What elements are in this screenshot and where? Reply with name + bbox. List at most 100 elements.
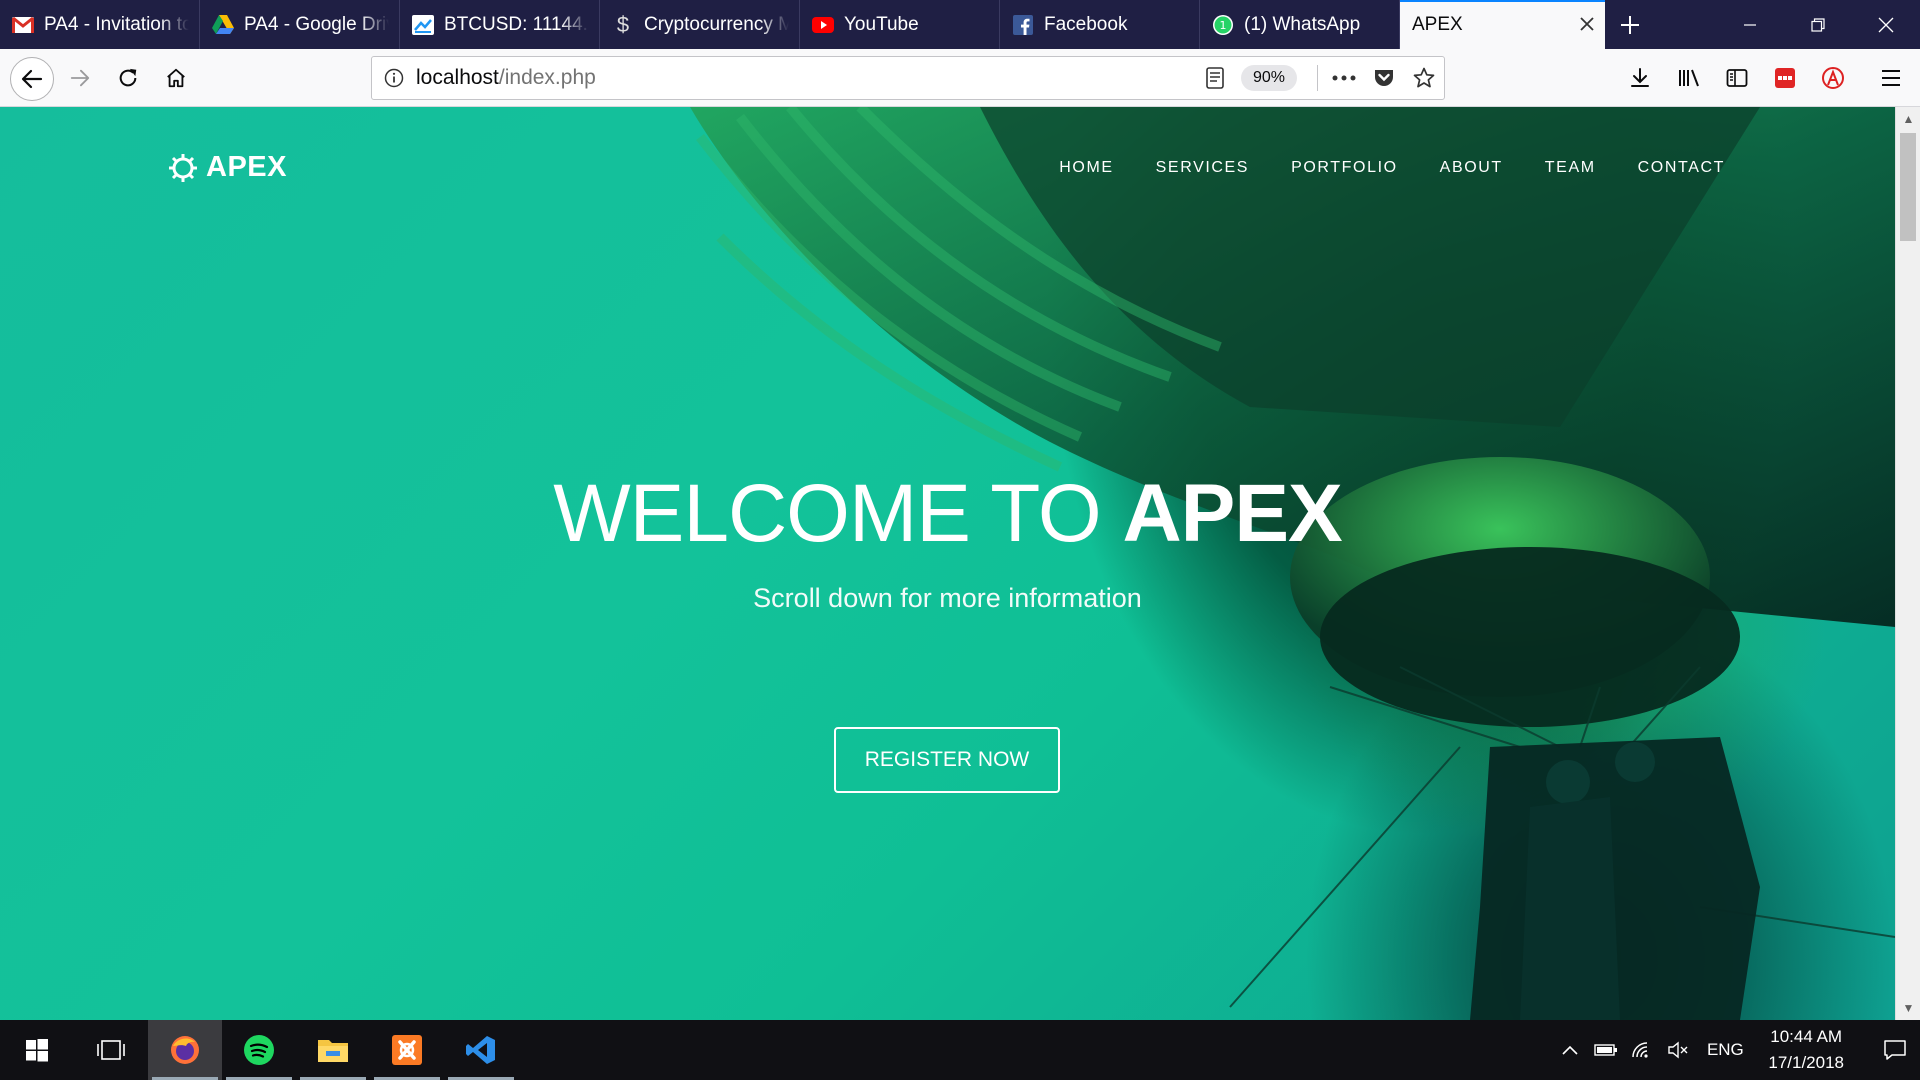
windows-logo-icon [26, 1039, 48, 1062]
tab-apex-active[interactable]: APEX [1400, 0, 1605, 49]
spotify-icon [244, 1035, 274, 1065]
start-button[interactable] [0, 1020, 74, 1080]
more-icon [1332, 75, 1356, 81]
tradingview-icon [412, 14, 434, 36]
tab-label: PA4 - Invitation to [44, 13, 189, 35]
restore-icon [1811, 17, 1825, 32]
tab-label: PA4 - Google Driv [244, 13, 389, 35]
google-drive-icon [212, 14, 234, 36]
user-extension-icon [1822, 67, 1844, 89]
tab-cryptocurrency[interactable]: $ Cryptocurrency M [600, 0, 800, 49]
hamburger-icon [1882, 70, 1900, 86]
extension-icon [1775, 68, 1795, 88]
youtube-icon [812, 14, 834, 36]
show-hidden-icons-button[interactable] [1552, 1045, 1588, 1055]
file-explorer-icon [318, 1040, 348, 1062]
dollar-icon: $ [616, 11, 630, 37]
tab-whatsapp[interactable]: 1 (1) WhatsApp [1200, 0, 1400, 49]
network-status[interactable] [1624, 1041, 1660, 1059]
extension-button[interactable] [1765, 58, 1805, 98]
page-viewport: APEX HOME SERVICES PORTFOLIO ABOUT TEAM … [0, 107, 1895, 1020]
close-tab-icon[interactable] [1579, 12, 1595, 38]
site-info-icon[interactable] [372, 68, 416, 88]
hero-subtitle: Scroll down for more information [753, 583, 1142, 613]
library-icon [1679, 69, 1699, 87]
home-button[interactable] [156, 58, 196, 98]
scroll-down-arrow[interactable]: ▼ [1896, 996, 1920, 1020]
nav-link-team[interactable]: TEAM [1545, 159, 1596, 177]
xampp-icon [392, 1035, 422, 1065]
windows-taskbar: ENG 10:44 AM 17/1/2018 [0, 1020, 1920, 1080]
bookmark-star-button[interactable] [1404, 58, 1444, 98]
close-window-button[interactable] [1852, 0, 1920, 49]
tab-btcusd[interactable]: BTCUSD: 11144.9 [400, 0, 600, 49]
svg-text:1: 1 [1220, 19, 1227, 32]
input-language[interactable]: ENG [1696, 1040, 1754, 1060]
vscode-icon [466, 1036, 495, 1064]
url-text[interactable]: localhost/index.php [416, 66, 1195, 90]
battery-icon [1594, 1044, 1618, 1056]
library-button[interactable] [1669, 58, 1709, 98]
taskbar-firefox[interactable] [148, 1020, 222, 1080]
download-icon [1631, 68, 1649, 87]
firefox-icon [171, 1036, 199, 1064]
gear-icon [169, 153, 197, 182]
zoom-indicator[interactable]: 90% [1240, 65, 1297, 91]
reload-button[interactable] [108, 58, 148, 98]
restore-button[interactable] [1784, 0, 1852, 49]
volume-status[interactable] [1660, 1041, 1696, 1059]
task-view-button[interactable] [74, 1020, 148, 1080]
pocket-button[interactable] [1364, 58, 1404, 98]
tab-label: Cryptocurrency M [644, 13, 789, 35]
nav-link-contact[interactable]: CONTACT [1638, 159, 1725, 177]
scrollbar-thumb[interactable] [1900, 133, 1916, 241]
arrow-right-icon [70, 69, 90, 87]
hero-section: WELCOME TO APEX Scroll down for more inf… [0, 467, 1895, 614]
tab-youtube[interactable]: YouTube [800, 0, 1000, 49]
taskbar-file-explorer[interactable] [296, 1020, 370, 1080]
clock-date: 17/1/2018 [1768, 1053, 1844, 1072]
minimize-button[interactable] [1716, 0, 1784, 49]
star-icon [1413, 67, 1435, 88]
sidebar-icon [1726, 69, 1748, 87]
site-logo-text: APEX [206, 151, 287, 183]
scroll-up-arrow[interactable]: ▲ [1896, 107, 1920, 131]
new-tab-button[interactable] [1605, 0, 1655, 49]
close-icon [1878, 17, 1894, 32]
downloads-button[interactable] [1620, 58, 1660, 98]
window-controls [1716, 0, 1920, 49]
reader-view-icon [1206, 67, 1224, 89]
profile-extension-button[interactable] [1813, 58, 1853, 98]
taskbar-spotify[interactable] [222, 1020, 296, 1080]
hero-title: WELCOME TO APEX [0, 467, 1895, 561]
nav-link-home[interactable]: HOME [1059, 159, 1113, 177]
vertical-scrollbar[interactable]: ▲ ▼ [1895, 107, 1920, 1020]
minimize-icon [1744, 23, 1756, 26]
site-logo[interactable]: APEX [168, 151, 287, 184]
register-now-button[interactable]: REGISTER NOW [834, 727, 1060, 793]
tab-google-drive[interactable]: PA4 - Google Driv [200, 0, 400, 49]
tab-facebook[interactable]: Facebook [1000, 0, 1200, 49]
home-icon [167, 68, 185, 88]
address-bar[interactable]: localhost/index.php 90% [371, 56, 1445, 100]
tab-label: Facebook [1044, 13, 1128, 35]
sidebar-button[interactable] [1717, 58, 1757, 98]
battery-status[interactable] [1588, 1043, 1624, 1057]
nav-link-portfolio[interactable]: PORTFOLIO [1291, 159, 1398, 177]
taskbar-clock[interactable]: 10:44 AM 17/1/2018 [1768, 1024, 1844, 1076]
gmail-icon [12, 14, 34, 36]
hero-title-bold: APEX [1122, 468, 1342, 559]
tab-strip: PA4 - Invitation to PA4 - Google Driv BT… [0, 0, 1920, 49]
menu-button[interactable] [1871, 58, 1911, 98]
tab-gmail[interactable]: PA4 - Invitation to [0, 0, 200, 49]
forward-button[interactable] [60, 58, 100, 98]
taskbar-vscode[interactable] [444, 1020, 518, 1080]
nav-link-services[interactable]: SERVICES [1156, 159, 1249, 177]
nav-link-about[interactable]: ABOUT [1440, 159, 1503, 177]
taskbar-xampp[interactable] [370, 1020, 444, 1080]
reader-view-button[interactable] [1195, 58, 1235, 98]
page-actions-button[interactable] [1324, 58, 1364, 98]
back-button[interactable] [10, 57, 54, 101]
whatsapp-icon: 1 [1212, 14, 1234, 36]
action-center-button[interactable] [1870, 1039, 1920, 1061]
